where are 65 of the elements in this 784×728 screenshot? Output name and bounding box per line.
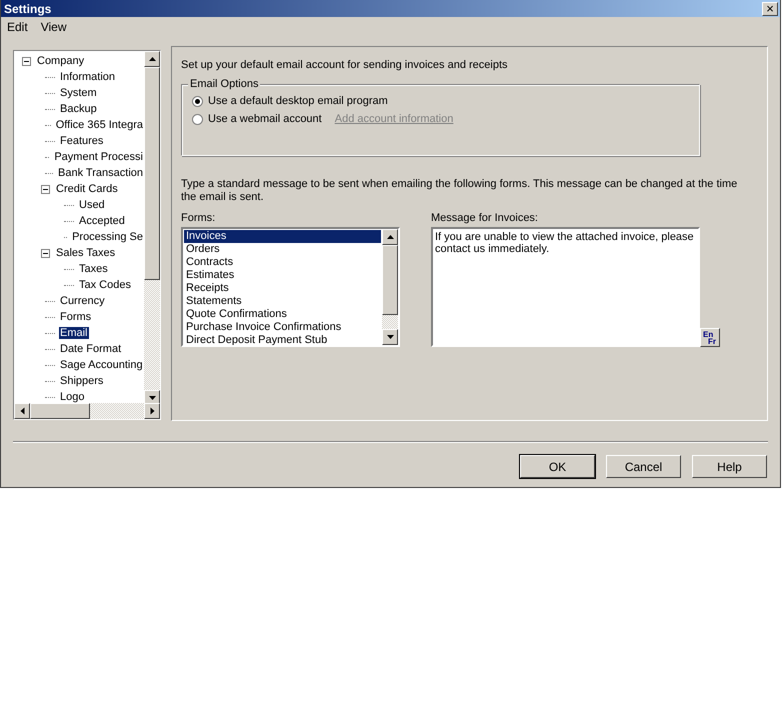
tree-item[interactable]: Credit Cards [55,183,119,195]
scrollbar[interactable] [382,229,398,345]
instructions-text: Type a standard message to be sent when emailing the following forms. This message can be changed at the time the email is sent. [181,178,738,204]
arrow-icon[interactable] [148,57,156,61]
arrow-icon[interactable] [150,408,154,414]
list-item[interactable]: Orders [184,243,381,256]
tree-item[interactable]: Date Format [59,343,122,355]
list-item[interactable]: Direct Deposit Payment Stub [184,334,381,345]
radio-label: Use a default desktop email program [208,95,388,107]
tree-item[interactable]: Taxes [78,263,109,275]
menu-item[interactable]: View [40,20,66,33]
dialog-button[interactable]: Cancel [606,455,681,478]
intro-text: Set up your default email account for sending invoices and receipts [181,59,508,71]
tree-item[interactable]: Tax Codes [78,279,132,291]
dialog-button[interactable]: OK [520,455,595,478]
message-field[interactable]: If you are unable to view the attached invoice, please contact us immediately. [431,227,700,347]
tree-item[interactable]: Sage Accounting [59,359,144,371]
forms-label: Forms: [181,212,216,224]
message-label: Message for Invoices: [431,212,539,224]
scrollbar-thumb[interactable] [382,245,398,315]
close-button[interactable]: × [762,2,778,16]
language-button[interactable]: En Fr [700,328,720,347]
scrollbar-thumb[interactable] [144,67,160,280]
dialog-button[interactable]: Help [692,455,767,478]
arrow-icon[interactable] [386,335,394,339]
scrollbar-track[interactable] [382,315,398,329]
tree-item[interactable]: Email [59,327,89,339]
menu-item[interactable]: Edit [7,20,28,33]
tree-item[interactable]: Processing Se [71,231,144,243]
tree-item[interactable]: Forms [59,311,92,323]
radio-label: Use a webmail account [208,113,322,125]
list-item[interactable]: Estimates [184,269,381,282]
scrollbar-thumb[interactable] [30,403,90,419]
tree-item[interactable]: Bank Transaction [57,167,144,179]
tree-item[interactable]: Currency [59,295,106,307]
scrollbar[interactable] [14,403,160,419]
radio-button[interactable] [192,114,203,124]
arrow-icon[interactable] [20,408,24,414]
tree-item[interactable]: Company [36,55,86,67]
tree-item[interactable]: Accepted [78,215,126,227]
tree-item[interactable]: System [59,87,98,99]
list-item[interactable]: Purchase Invoice Confirmations [184,321,381,334]
tree-item[interactable]: Logo [59,391,86,403]
tree-item[interactable]: Sales Taxes [55,247,116,259]
collapse-icon[interactable] [41,184,50,194]
tree-item[interactable]: Office 365 Integra [54,119,144,131]
tree-item[interactable]: Information [59,71,116,83]
list-item[interactable]: Invoices [184,230,381,243]
tree-item[interactable]: Payment Processi [53,151,144,163]
collapse-icon[interactable] [22,56,31,66]
list-item[interactable]: Contracts [184,256,381,269]
scrollbar[interactable] [144,51,160,403]
radio-button[interactable] [192,96,203,106]
tree-item[interactable]: Backup [59,103,98,115]
arrow-icon[interactable] [148,396,156,400]
tree-item[interactable]: Used [78,199,106,211]
tree-item[interactable]: Shippers [59,375,104,387]
arrow-icon[interactable] [386,235,394,239]
group-legend: Email Options [188,78,260,90]
tree-item[interactable]: Features [59,135,104,147]
list-item[interactable]: Quote Confirmations [184,308,381,321]
collapse-icon[interactable] [41,248,50,258]
list-item[interactable]: Statements [184,295,381,308]
list-item[interactable]: Receipts [184,282,381,295]
window-title: Settings [4,2,52,16]
